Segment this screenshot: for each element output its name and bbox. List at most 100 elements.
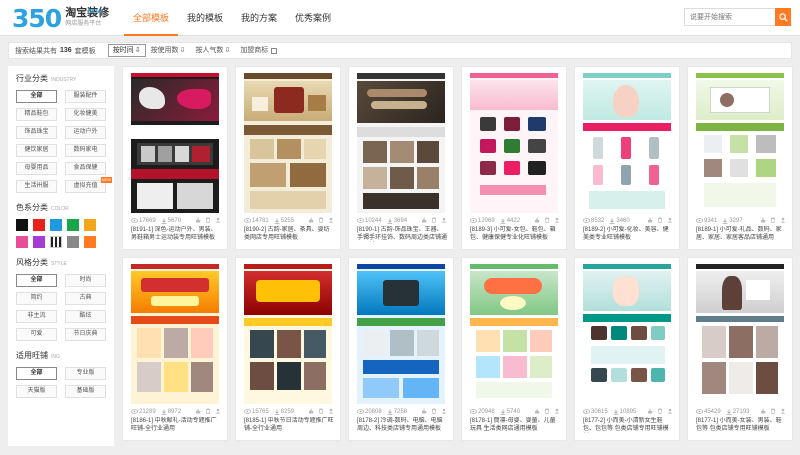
style-item[interactable]: 酷炫 [65, 310, 106, 323]
user-icon[interactable] [554, 408, 560, 416]
template-card[interactable]: 15765 8259 [8185-1] 中秋节日活动专题推广旺铺-全行业通用 [235, 257, 341, 441]
industry-item[interactable]: 服装配件 [65, 90, 106, 103]
color-swatch[interactable] [50, 236, 62, 248]
trash-icon[interactable] [544, 216, 550, 225]
industry-item[interactable]: 生活卅服 [16, 180, 57, 193]
color-swatch[interactable] [67, 236, 79, 248]
trash-icon[interactable] [205, 216, 211, 225]
like-icon[interactable] [421, 408, 427, 416]
trash-icon[interactable] [657, 407, 663, 416]
like-icon[interactable] [760, 408, 766, 416]
trash-icon[interactable] [770, 216, 776, 225]
template-card[interactable]: 12069 4422 [8189-3] 小可爱-女包、鞋包、箱包、健康保健专业化… [461, 66, 567, 250]
trash-icon[interactable] [431, 216, 437, 225]
style-item[interactable]: 时尚 [65, 274, 106, 287]
template-card[interactable]: 20808 7258 [8178-2] 冷调-数码、电脑、电脑周边、科技类店铺专… [348, 257, 454, 441]
color-swatch[interactable] [33, 236, 45, 248]
user-icon[interactable] [328, 408, 334, 416]
like-icon[interactable] [534, 408, 540, 416]
sort-by-popularity[interactable]: 按人气数 ⇩ [190, 44, 235, 57]
template-stats: 9341 3297 [696, 216, 786, 225]
template-card[interactable]: 21289 8972 [8186-1] 中秋献礼-活动专题推广旺铺-全行业通用 [122, 257, 228, 441]
franchise-filter[interactable]: 加盟商标 [235, 44, 282, 57]
user-icon[interactable] [328, 217, 334, 225]
trash-icon[interactable] [205, 407, 211, 416]
user-icon[interactable] [441, 217, 447, 225]
trash-icon[interactable] [770, 407, 776, 416]
template-card[interactable]: 9341 3297 [8189-1] 小可爱-礼品、数码、家居、家居、家居客品店… [687, 66, 793, 250]
user-icon[interactable] [215, 408, 221, 416]
style-item[interactable]: 节日庆典 [65, 328, 106, 341]
industry-item[interactable]: 健饮家居 [16, 144, 57, 157]
industry-item[interactable]: 食品保健 [65, 162, 106, 175]
sort-by-usage[interactable]: 按使用数 ⇩ [146, 44, 191, 57]
trash-icon[interactable] [657, 216, 663, 225]
style-item[interactable]: 可爱 [16, 328, 57, 341]
user-icon[interactable] [667, 217, 673, 225]
trash-icon[interactable] [318, 407, 324, 416]
user-icon[interactable] [667, 408, 673, 416]
like-icon[interactable] [308, 217, 314, 225]
trash-icon[interactable] [431, 407, 437, 416]
user-icon[interactable] [215, 217, 221, 225]
download-icon [274, 218, 280, 224]
like-icon[interactable] [421, 217, 427, 225]
user-icon[interactable] [554, 217, 560, 225]
color-swatch[interactable] [67, 219, 79, 231]
like-icon[interactable] [647, 217, 653, 225]
tab-my-templates[interactable]: 我的模板 [178, 0, 232, 36]
logo[interactable]: 350 淘宝装修 网店服务平台 BETA! [12, 5, 109, 33]
like-icon[interactable] [308, 408, 314, 416]
color-swatch[interactable] [33, 219, 45, 231]
color-swatch[interactable] [16, 219, 28, 231]
style-item[interactable]: 简约 [16, 292, 57, 305]
layout-item[interactable]: 天猫版 [16, 385, 57, 398]
template-card[interactable]: 17669 5670 [8191-1] 深色-运动户外、男装、男鞋箱男士运动装专… [122, 66, 228, 250]
tab-all-templates[interactable]: 全部模板 [124, 0, 179, 36]
like-icon[interactable] [760, 217, 766, 225]
user-icon[interactable] [780, 408, 786, 416]
style-item[interactable]: 古典 [65, 292, 106, 305]
style-item[interactable]: 非主流 [16, 310, 57, 323]
like-icon[interactable] [534, 217, 540, 225]
template-thumbnail [470, 73, 558, 213]
like-icon[interactable] [647, 408, 653, 416]
template-stats: 45429 27193 [696, 407, 786, 416]
tab-excellent-cases[interactable]: 优秀案例 [286, 0, 340, 36]
like-icon[interactable] [195, 408, 201, 416]
layout-item[interactable]: 基础版 [65, 385, 106, 398]
template-card[interactable]: 14781 5255 [8190-2] 古韵-家居、茶具、婴纺类网店专用旺铺模板 [235, 66, 341, 250]
template-card[interactable]: 20948 5740 [8178-1] 簡凛-母婴、婴童、儿童玩具 生活类网店通… [461, 257, 567, 441]
user-icon[interactable] [441, 408, 447, 416]
industry-item[interactable]: 饰品珠宝 [16, 126, 57, 139]
template-card[interactable]: 30615 10895 [8177-2] 小而美-小清新女生鞋包、包包等 包类店… [574, 257, 680, 441]
industry-item-all[interactable]: 全部 [16, 90, 57, 103]
industry-item[interactable]: 数码家电 [65, 144, 106, 157]
industry-item[interactable]: 母婴用品 [16, 162, 57, 175]
template-card[interactable]: 45429 27193 [8177-1] 小而美-女装、男装、鞋包等 包类店铺专… [687, 257, 793, 441]
like-icon[interactable] [195, 217, 201, 225]
checkbox[interactable] [271, 47, 278, 54]
eye-icon [131, 218, 138, 223]
industry-item[interactable]: 虚拟充值 NEW [65, 177, 112, 193]
template-stats: 14781 5255 [244, 216, 334, 225]
template-card[interactable]: 10244 3694 [8190-1] 古韵-饰品珠宝、王器、手镯手环挂饰、数码… [348, 66, 454, 250]
template-card[interactable]: 8532 3460 [8189-2] 小可爱-化妆、美容、健美类专业旺铺模板 [574, 66, 680, 250]
sort-by-time[interactable]: 按时间 ⇩ [107, 44, 146, 57]
industry-item[interactable]: 运动户外 [65, 126, 106, 139]
tab-my-plans[interactable]: 我的方案 [232, 0, 286, 36]
color-swatch[interactable] [50, 219, 62, 231]
layout-item-all[interactable]: 全部 [16, 367, 57, 380]
style-item-all[interactable]: 全部 [16, 274, 57, 287]
trash-icon[interactable] [544, 407, 550, 416]
layout-item[interactable]: 专业版 [65, 367, 106, 380]
industry-item[interactable]: 精品鞋包 [16, 108, 57, 121]
user-icon[interactable] [780, 217, 786, 225]
industry-item[interactable]: 化妆健美 [65, 108, 106, 121]
search-input[interactable] [684, 8, 775, 26]
color-swatch[interactable] [84, 236, 96, 248]
search-button[interactable] [775, 8, 791, 26]
color-swatch[interactable] [84, 219, 96, 231]
color-swatch[interactable] [16, 236, 28, 248]
trash-icon[interactable] [318, 216, 324, 225]
